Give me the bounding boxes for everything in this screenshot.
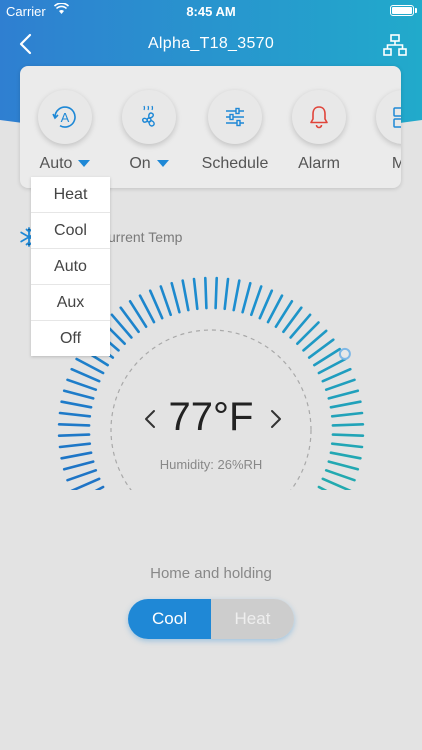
mode-item-schedule-button[interactable] xyxy=(208,90,262,144)
dial-tick xyxy=(75,357,105,375)
caret-down-icon xyxy=(156,160,169,168)
dropdown-option-aux[interactable]: Aux xyxy=(31,285,110,321)
status-time: 8:45 AM xyxy=(186,4,236,19)
current-temp-label: urrent Temp xyxy=(108,229,183,245)
hold-status: Home and holding xyxy=(150,565,272,582)
bell-icon xyxy=(310,106,328,129)
dial-tick xyxy=(214,276,218,310)
mode-item-alarm-label: Alarm xyxy=(298,155,340,172)
mode-item-fan-button[interactable] xyxy=(122,90,176,144)
cool-toggle-button[interactable]: Cool xyxy=(128,599,211,639)
dial-tick xyxy=(87,501,115,522)
dial-tick xyxy=(307,338,335,359)
mode-item-fan-label-row[interactable]: On xyxy=(104,155,194,173)
mode-item-schedule[interactable]: Schedule xyxy=(190,66,280,188)
mode-item-auto-label-row[interactable]: Auto xyxy=(20,155,110,173)
dial-tick xyxy=(204,276,208,310)
mode-item-auto-button[interactable]: A xyxy=(38,90,92,144)
dial-tick xyxy=(302,508,328,531)
svg-text:A: A xyxy=(61,110,70,125)
dial-inner-ring-mask xyxy=(0,490,422,550)
dial-tick xyxy=(66,378,98,392)
dial-tick xyxy=(232,279,241,312)
dial-tick xyxy=(302,329,328,352)
dial-tick xyxy=(102,514,126,539)
setpoint-row: 77°F xyxy=(0,395,422,445)
dial-tick xyxy=(312,347,342,367)
dial-tick xyxy=(192,277,199,311)
dial-tick xyxy=(159,285,172,317)
mode-item-fan[interactable]: On xyxy=(104,66,194,188)
dial-tick xyxy=(295,321,320,346)
dial-tick xyxy=(274,299,294,329)
dial-tick xyxy=(289,313,312,339)
mode-bar: A Auto On Schedule Alarm M xyxy=(20,66,401,188)
auto-mode-icon: A xyxy=(52,106,76,128)
heat-toggle-button[interactable]: Heat xyxy=(211,599,294,639)
dial-tick xyxy=(70,367,101,383)
dial-tick xyxy=(75,485,105,503)
menu-icon xyxy=(393,107,401,128)
status-bar: Carrier 8:45 AM xyxy=(0,0,422,22)
dial-tick xyxy=(148,289,164,320)
dial-tick xyxy=(70,477,101,493)
dropdown-option-cool[interactable]: Cool xyxy=(31,213,110,249)
mode-dropdown: Heat Cool Auto Aux Off xyxy=(31,177,110,356)
setpoint-temperature: 77°F xyxy=(168,395,254,439)
dial-tick xyxy=(223,277,230,311)
mode-item-auto[interactable]: A Auto xyxy=(20,66,110,188)
network-tree-icon[interactable] xyxy=(382,32,408,58)
chevron-right-icon[interactable] xyxy=(266,407,286,431)
dropdown-option-off[interactable]: Off xyxy=(31,321,110,356)
dial-tick xyxy=(250,285,263,317)
dropdown-option-auto[interactable]: Auto xyxy=(31,249,110,285)
humidity-readout: Humidity: 26%RH xyxy=(159,457,263,472)
dial-tick xyxy=(81,493,109,513)
dial-tick xyxy=(312,493,342,513)
sliders-icon xyxy=(226,107,244,127)
battery-tip xyxy=(415,8,417,13)
mode-item-auto-label: Auto xyxy=(39,155,73,172)
dial-tick xyxy=(321,477,352,493)
dial-tick xyxy=(94,508,120,531)
dial-tick xyxy=(181,279,190,312)
mode-item-fan-label: On xyxy=(129,155,151,172)
dial-tick xyxy=(307,501,335,522)
mode-item-alarm[interactable]: Alarm xyxy=(274,66,364,188)
mode-item-alarm-button[interactable] xyxy=(292,90,346,144)
mode-item-schedule-label: Schedule xyxy=(201,155,269,172)
dial-tick xyxy=(317,485,347,503)
dial-tick xyxy=(321,367,352,383)
dial-tick xyxy=(119,306,140,334)
dial-tick xyxy=(317,357,347,375)
dial-tick xyxy=(282,306,303,334)
mode-item-me[interactable]: Me xyxy=(358,66,401,188)
dial-level-knob[interactable] xyxy=(338,347,351,360)
dial-tick xyxy=(258,289,274,320)
dial-tick xyxy=(324,378,356,392)
dial-tick xyxy=(138,294,156,324)
nav-bar: Alpha_T18_3570 xyxy=(0,22,422,66)
fan-icon xyxy=(142,105,155,127)
dial-tick xyxy=(241,281,252,314)
mode-item-me-button[interactable] xyxy=(376,90,401,144)
mode-item-me-label: Me xyxy=(391,155,401,172)
device-title: Alpha_T18_3570 xyxy=(147,35,275,52)
dial-tick xyxy=(295,514,320,539)
cool-heat-toggle: Cool Heat xyxy=(128,599,294,639)
caret-down-icon xyxy=(78,160,91,168)
dropdown-option-heat[interactable]: Heat xyxy=(31,177,110,213)
dial-tick xyxy=(110,313,133,339)
dial-tick xyxy=(266,294,284,324)
dial-tick xyxy=(170,281,181,314)
dial-tick xyxy=(128,299,148,329)
battery-icon xyxy=(390,5,414,16)
